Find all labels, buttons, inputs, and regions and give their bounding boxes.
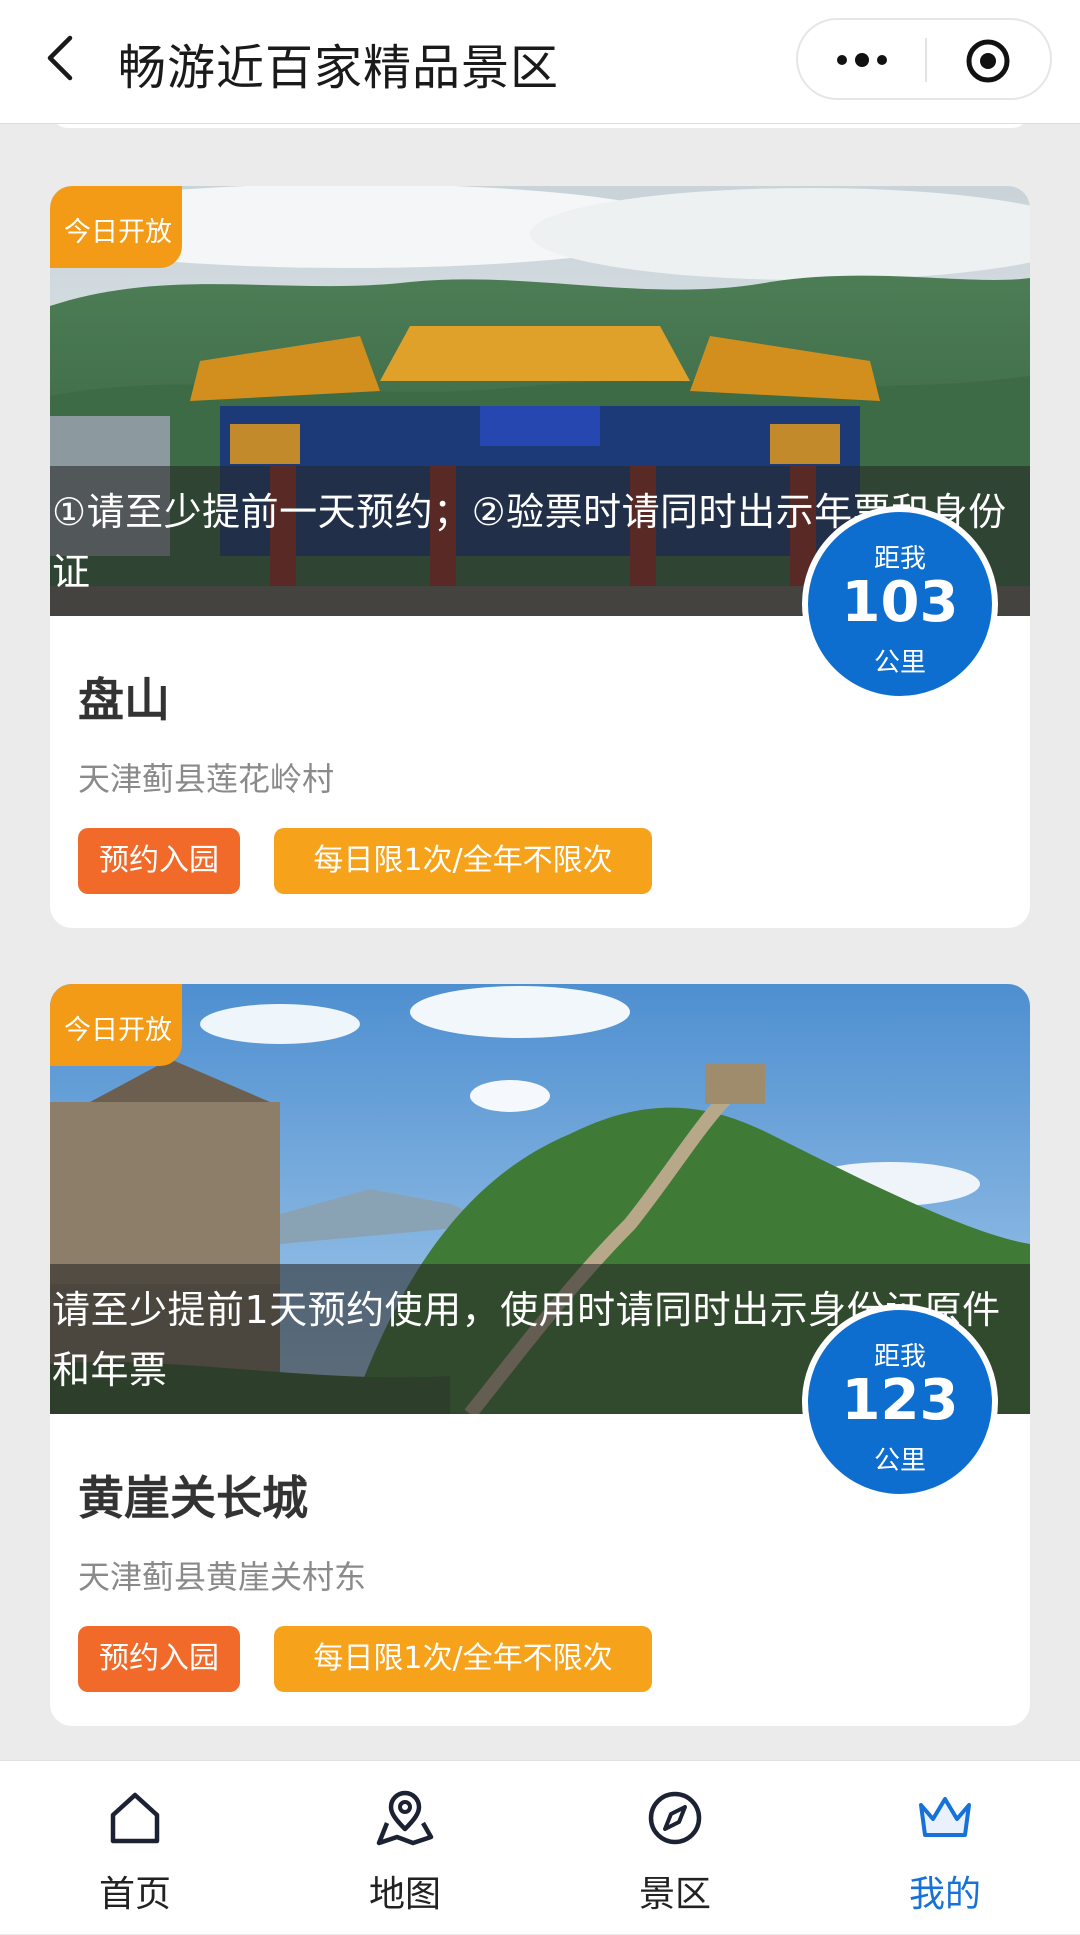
distance-badge: 距我 123 公里 <box>802 1304 998 1500</box>
scenic-name: 黄崖关长城 <box>78 1471 308 1525</box>
visit-limit-tag: 每日限1次/全年不限次 <box>274 828 652 894</box>
scenic-name: 盘山 <box>78 673 170 727</box>
home-icon <box>110 1792 160 1844</box>
reservation-tag: 预约入园 <box>78 1626 240 1692</box>
distance-unit: 公里 <box>873 648 926 678</box>
capsule-divider <box>925 38 927 82</box>
map-pin-icon <box>376 1790 434 1846</box>
crown-icon <box>919 1797 971 1837</box>
scenic-card[interactable]: 今日开放 ①请至少提前一天预约；②验票时请同时出示年票和身份证 距我 103 公… <box>50 186 1030 928</box>
close-miniprogram-icon[interactable] <box>964 37 1012 85</box>
tab-map[interactable]: 地图 <box>270 1761 540 1935</box>
distance-value: 103 <box>841 570 959 635</box>
back-arrow-icon[interactable] <box>40 30 80 86</box>
tab-label: 景区 <box>638 1874 711 1915</box>
scenic-card[interactable]: 今日开放 请至少提前1天预约使用，使用时请同时出示身份证原件和年票 距我 123… <box>50 984 1030 1726</box>
scenic-address: 天津蓟县黄崖关村东 <box>78 1558 367 1596</box>
open-today-badge: 今日开放 <box>50 984 182 1066</box>
page-title: 畅游近百家精品景区 <box>118 40 560 96</box>
tab-label: 地图 <box>368 1874 441 1915</box>
top-navigation-bar: 畅游近百家精品景区 <box>0 0 1080 124</box>
tab-mine[interactable]: 我的 <box>810 1761 1080 1935</box>
tab-home[interactable]: 首页 <box>0 1761 270 1935</box>
scenic-address: 天津蓟县莲花岭村 <box>78 760 335 798</box>
reservation-tag: 预约入园 <box>78 828 240 894</box>
visit-limit-tag: 每日限1次/全年不限次 <box>274 1626 652 1692</box>
compass-icon <box>648 1791 702 1845</box>
open-today-badge: 今日开放 <box>50 186 182 268</box>
tab-scenic[interactable]: 景区 <box>540 1761 810 1935</box>
bottom-tab-bar: 首页 地图 景区 我的 <box>0 1760 1080 1934</box>
distance-badge: 距我 103 公里 <box>802 506 998 702</box>
more-dots-icon[interactable] <box>832 42 892 78</box>
distance-unit: 公里 <box>873 1446 926 1476</box>
distance-value: 123 <box>841 1368 959 1433</box>
tab-label: 首页 <box>98 1874 171 1915</box>
tab-label: 我的 <box>908 1874 981 1915</box>
mini-program-capsule <box>796 18 1052 100</box>
